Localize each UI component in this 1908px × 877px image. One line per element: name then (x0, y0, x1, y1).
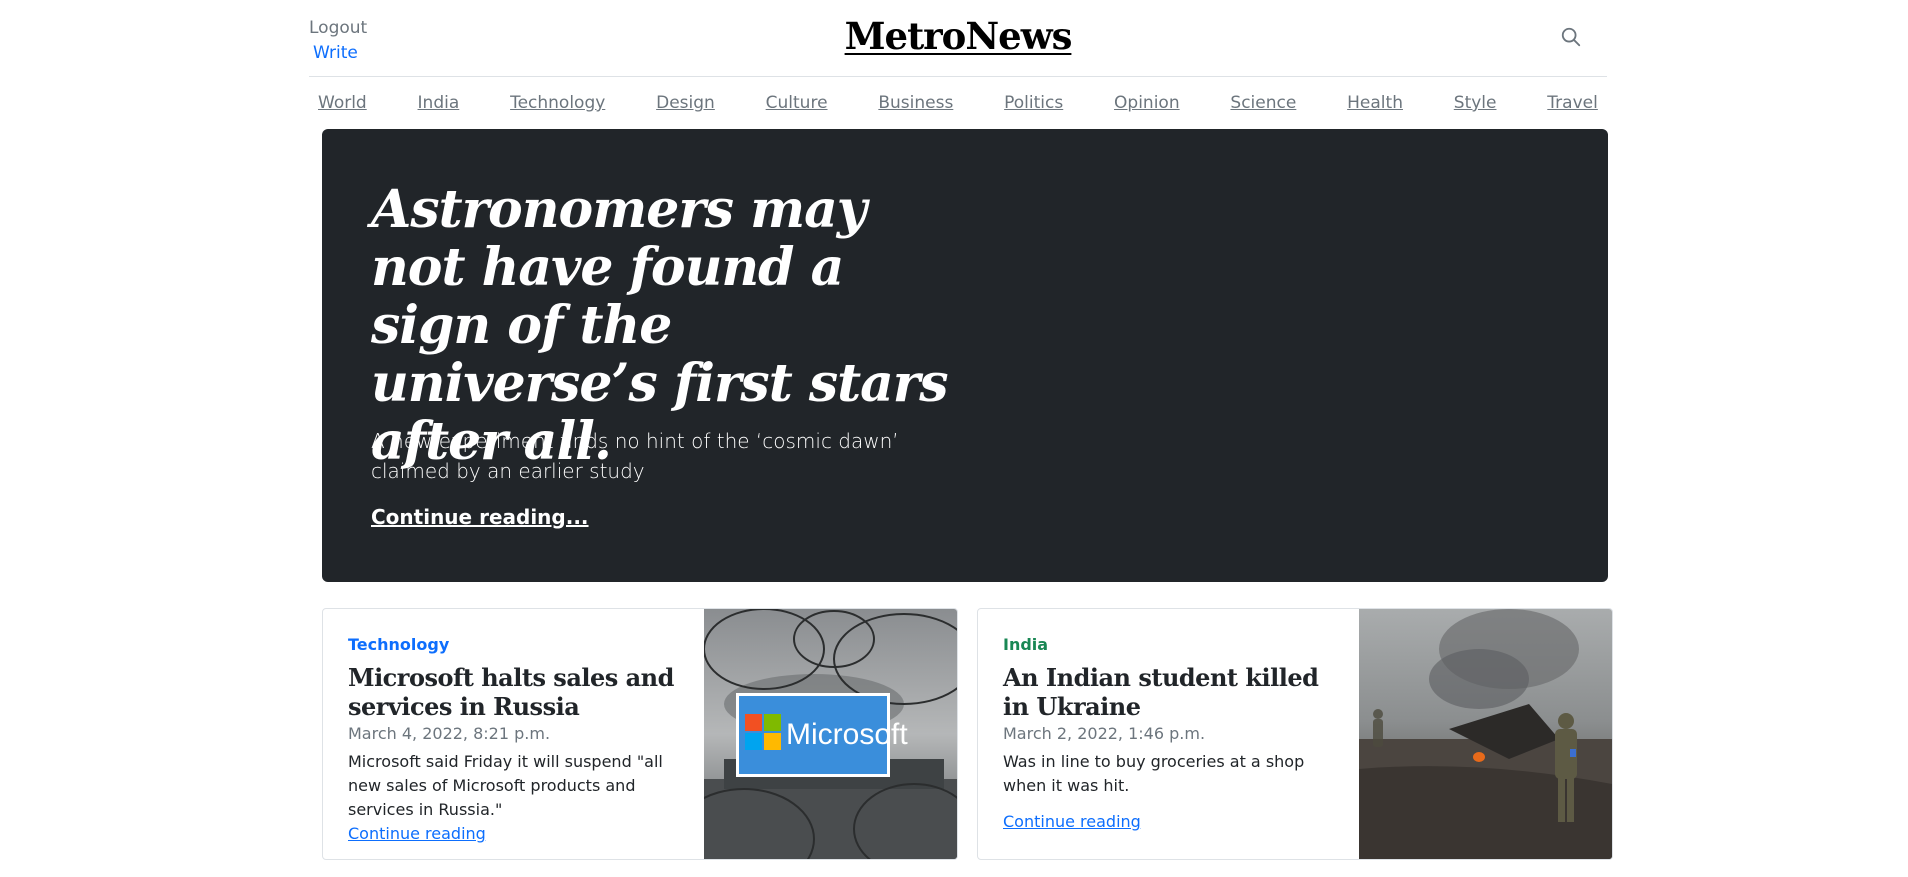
nav-item-politics[interactable]: Politics (1004, 93, 1063, 113)
thumbnail-brand-text: Microsoft (786, 718, 908, 751)
nav-item-health[interactable]: Health (1347, 93, 1403, 113)
card-continue-link[interactable]: Continue reading (348, 822, 486, 846)
featured-continue-link[interactable]: Continue reading... (371, 505, 589, 529)
nav-item-business[interactable]: Business (878, 93, 953, 113)
card-title: An Indian student killed in Ukraine (1003, 663, 1319, 721)
article-thumbnail-ukraine (1359, 609, 1612, 859)
nav-item-science[interactable]: Science (1230, 93, 1296, 113)
nav-item-culture[interactable]: Culture (766, 93, 828, 113)
card-category[interactable]: Technology (348, 635, 678, 654)
site-header: Logout Write MetroNews (309, 0, 1607, 77)
section-nav: World India Technology Design Culture Bu… (309, 77, 1607, 129)
site-brand[interactable]: MetroNews (309, 14, 1607, 58)
card-date: March 4, 2022, 8:21 p.m. (348, 724, 551, 743)
nav-item-design[interactable]: Design (656, 93, 715, 113)
article-card-india: India An Indian student killed in Ukrain… (977, 608, 1613, 860)
nav-item-travel[interactable]: Travel (1547, 93, 1598, 113)
card-continue-link[interactable]: Continue reading (1003, 810, 1141, 834)
featured-article: Astronomers may not have found a sign of… (322, 129, 1608, 582)
card-date: March 2, 2022, 1:46 p.m. (1003, 724, 1206, 743)
page-container: Logout Write MetroNews World India Techn… (309, 0, 1613, 860)
card-category[interactable]: India (1003, 635, 1333, 654)
nav-item-india[interactable]: India (418, 93, 460, 113)
article-card-technology: Technology Microsoft halts sales and ser… (322, 608, 958, 860)
nav-item-technology[interactable]: Technology (510, 93, 605, 113)
card-excerpt: Microsoft said Friday it will suspend "a… (348, 752, 663, 819)
featured-lead: A new experiment finds no hint of the ‘c… (371, 429, 899, 483)
nav-item-world[interactable]: World (318, 93, 367, 113)
card-title: Microsoft halts sales and services in Ru… (348, 663, 674, 721)
search-icon[interactable] (1560, 26, 1582, 48)
card-body: India An Indian student killed in Ukrain… (1003, 635, 1333, 834)
card-body: Technology Microsoft halts sales and ser… (348, 635, 678, 846)
nav-item-opinion[interactable]: Opinion (1114, 93, 1180, 113)
card-excerpt: Was in line to buy groceries at a shop w… (1003, 752, 1305, 795)
nav-item-style[interactable]: Style (1454, 93, 1497, 113)
article-thumbnail-microsoft: Microsoft (704, 609, 957, 859)
